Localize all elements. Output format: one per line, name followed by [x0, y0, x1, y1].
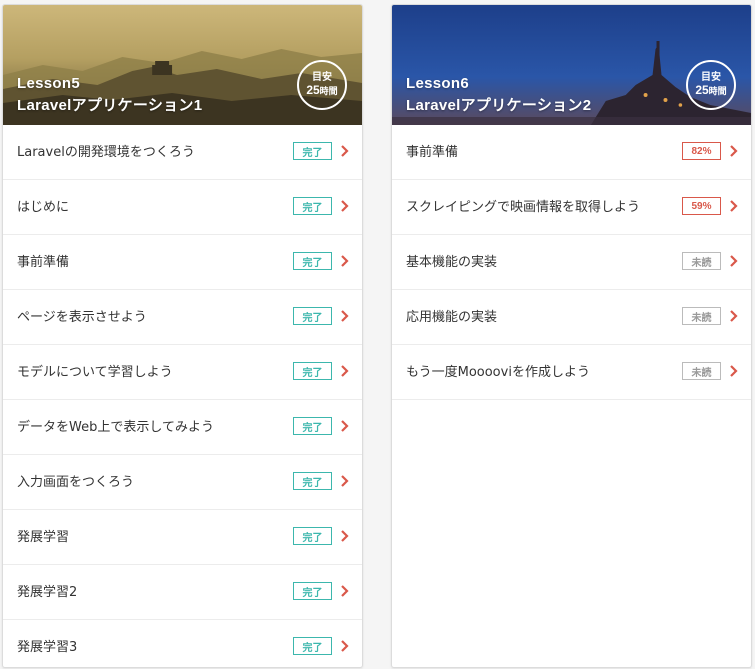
chapter-row[interactable]: 発展学習 完了	[3, 510, 362, 565]
lesson-hero-image: Lesson5 Laravelアプリケーション1 目安 25時間	[3, 5, 362, 125]
status-badge: 未読	[682, 362, 721, 380]
chapter-label: Laravelの開発環境をつくろう	[17, 145, 195, 160]
chevron-right-icon	[729, 144, 739, 158]
status-badge: 完了	[293, 142, 332, 160]
chapter-row[interactable]: モデルについて学習しよう 完了	[3, 345, 362, 400]
status-badge: 完了	[293, 637, 332, 655]
badge-hours: 25	[306, 83, 320, 97]
status-badge: 完了	[293, 307, 332, 325]
status-badge: 完了	[293, 197, 332, 215]
chevron-right-icon	[340, 364, 350, 378]
status-badge: 完了	[293, 417, 332, 435]
lesson-card-6: Lesson6 Laravelアプリケーション2 目安 25時間 事前準備 82%…	[391, 4, 752, 668]
chapter-row[interactable]: もう一度Mooooviを作成しよう 未読	[392, 345, 751, 400]
chevron-right-icon	[729, 309, 739, 323]
status-badge: 完了	[293, 582, 332, 600]
chapter-label: ページを表示させよう	[17, 310, 147, 325]
chapter-label: 応用機能の実装	[406, 310, 498, 325]
badge-unit: 時間	[319, 86, 338, 96]
chevron-right-icon	[340, 639, 350, 653]
chapter-label: 入力画面をつくろう	[17, 475, 135, 490]
chevron-right-icon	[340, 199, 350, 213]
lesson-card-5: Lesson5 Laravelアプリケーション1 目安 25時間 Laravel…	[2, 4, 363, 668]
chapter-label: モデルについて学習しよう	[17, 365, 173, 380]
chapter-row[interactable]: 発展学習2 完了	[3, 565, 362, 620]
chapter-label: 発展学習2	[17, 585, 78, 600]
chapter-row[interactable]: 事前準備 82%	[392, 125, 751, 180]
lesson-title: Laravelアプリケーション2	[406, 97, 592, 114]
estimated-time-badge: 目安 25時間	[686, 60, 736, 110]
lesson-title-block: Lesson5 Laravelアプリケーション1	[17, 73, 202, 117]
status-badge: 未読	[682, 252, 721, 270]
chevron-right-icon	[340, 474, 350, 488]
chapter-label: もう一度Mooooviを作成しよう	[406, 365, 590, 380]
status-badge: 完了	[293, 252, 332, 270]
chapter-label: 基本機能の実装	[406, 255, 498, 270]
chevron-right-icon	[340, 584, 350, 598]
chapter-label: はじめに	[17, 200, 70, 215]
chevron-right-icon	[729, 364, 739, 378]
chapter-row[interactable]: Laravelの開発環境をつくろう 完了	[3, 125, 362, 180]
chevron-right-icon	[340, 144, 350, 158]
status-badge: 完了	[293, 527, 332, 545]
chapter-list: Laravelの開発環境をつくろう 完了 はじめに 完了 事前準備 完了 ページを表示…	[3, 125, 362, 667]
chapter-row[interactable]: ページを表示させよう 完了	[3, 290, 362, 345]
status-badge: 完了	[293, 362, 332, 380]
progress-badge: 59%	[682, 197, 721, 215]
chevron-right-icon	[340, 254, 350, 268]
lesson-number: Lesson6	[406, 75, 469, 92]
chapter-row[interactable]: 発展学習3 完了	[3, 620, 362, 667]
chapter-row[interactable]: 事前準備 完了	[3, 235, 362, 290]
chapter-list: 事前準備 82% スクレイピングで映画情報を取得しよう 59% 基本機能の実装 未読 …	[392, 125, 751, 400]
lesson-number: Lesson5	[17, 75, 80, 92]
chapter-row[interactable]: データをWeb上で表示してみよう 完了	[3, 400, 362, 455]
chapter-row[interactable]: はじめに 完了	[3, 180, 362, 235]
chapter-row[interactable]: 応用機能の実装 未読	[392, 290, 751, 345]
chapter-row[interactable]: スクレイピングで映画情報を取得しよう 59%	[392, 180, 751, 235]
lesson-title-block: Lesson6 Laravelアプリケーション2	[406, 73, 591, 117]
chapter-label: 発展学習	[17, 530, 70, 545]
chevron-right-icon	[340, 529, 350, 543]
chapter-row[interactable]: 入力画面をつくろう 完了	[3, 455, 362, 510]
status-badge: 未読	[682, 307, 721, 325]
chapter-label: 事前準備	[17, 255, 70, 270]
progress-badge: 82%	[682, 142, 721, 160]
chapter-label: データをWeb上で表示してみよう	[17, 420, 214, 435]
chevron-right-icon	[729, 254, 739, 268]
badge-hours: 25	[695, 83, 709, 97]
chevron-right-icon	[340, 419, 350, 433]
chapter-label: スクレイピングで映画情報を取得しよう	[406, 200, 641, 215]
badge-label: 目安	[701, 72, 721, 83]
chevron-right-icon	[729, 199, 739, 213]
chapter-row[interactable]: 基本機能の実装 未読	[392, 235, 751, 290]
lesson-title: Laravelアプリケーション1	[17, 97, 203, 114]
estimated-time-badge: 目安 25時間	[297, 60, 347, 110]
lesson-hero-image: Lesson6 Laravelアプリケーション2 目安 25時間	[392, 5, 751, 125]
chapter-label: 事前準備	[406, 145, 459, 160]
chevron-right-icon	[340, 309, 350, 323]
status-badge: 完了	[293, 472, 332, 490]
badge-unit: 時間	[708, 86, 727, 96]
chapter-label: 発展学習3	[17, 640, 78, 655]
badge-label: 目安	[312, 72, 332, 83]
